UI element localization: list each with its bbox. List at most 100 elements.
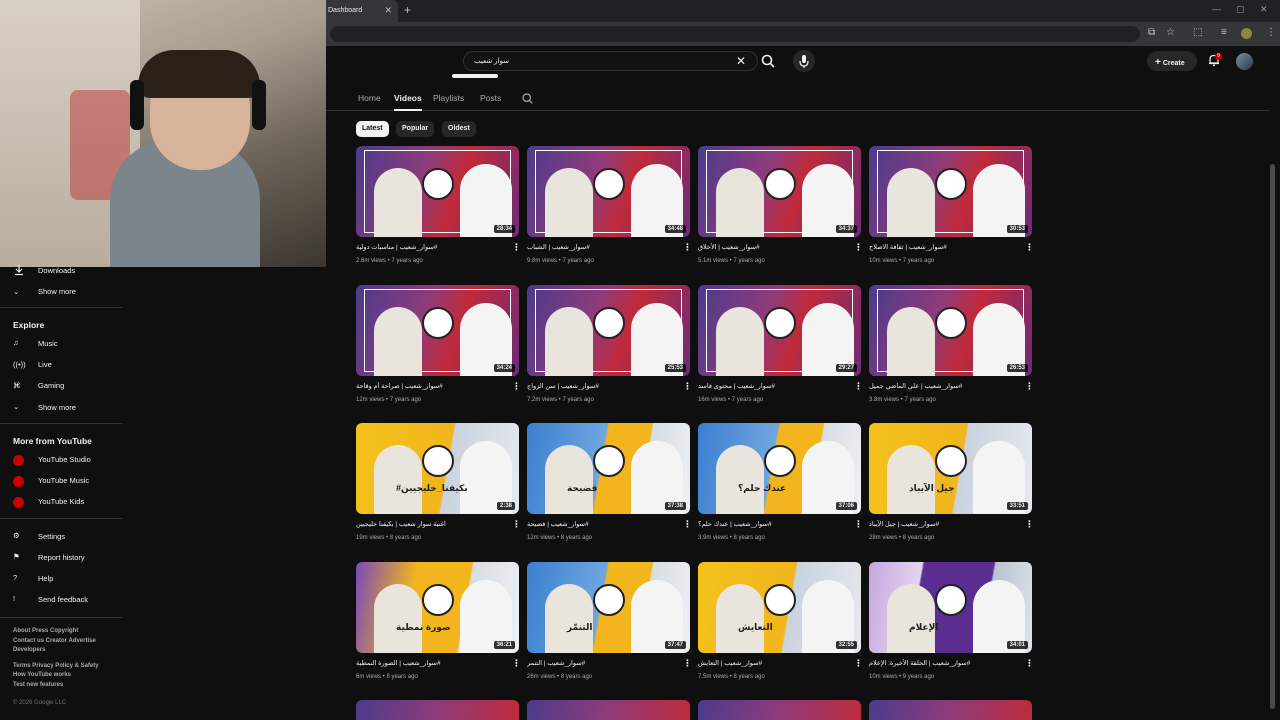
tab-posts[interactable]: Posts [480,93,501,103]
video-menu-icon[interactable]: ⋮ [854,242,863,253]
clear-search-icon[interactable]: ✕ [736,54,746,68]
bookmark-star-icon[interactable]: ☆ [1166,27,1175,38]
chip-popular[interactable]: Popular [396,121,435,137]
video-menu-icon[interactable]: ⋮ [512,519,521,530]
video-thumbnail[interactable]: 30:53 [869,146,1032,237]
minimize-icon[interactable]: — [1212,4,1221,14]
account-avatar[interactable] [1236,53,1253,70]
media-control-icon[interactable]: ≡ [1221,27,1227,38]
video-thumbnail[interactable]: 34:48 [527,146,690,237]
video-title[interactable]: #سوار_شعيب | سن الزواج [527,382,677,390]
video-thumbnail[interactable] [698,700,861,720]
sidebar-item-settings[interactable]: Settings [38,532,65,541]
sidebar-item-report-history[interactable]: Report history [38,553,85,562]
scrollbar[interactable] [1270,164,1275,709]
chip-latest[interactable]: Latest [356,121,389,137]
video-title[interactable]: #سوار_شعيب | التعايش [698,659,848,667]
video-thumbnail[interactable]: 26:53 [869,285,1032,376]
browser-tab[interactable]: Dashboard ✕ [322,0,398,22]
video-thumbnail[interactable]: عندك حلم؟ 37:06 [698,423,861,514]
video-menu-icon[interactable]: ⋮ [512,242,521,253]
channel-search-icon[interactable] [521,92,534,105]
video-title[interactable]: #سوار_شعيب | فضيحة [527,520,677,528]
sidebar-item-youtube-studio[interactable]: YouTube Studio [38,455,91,464]
search-icon[interactable] [760,53,776,69]
maximize-icon[interactable]: ▢ [1236,4,1245,15]
video-menu-icon[interactable]: ⋮ [854,519,863,530]
thumbnail-overlay-text: التعايش [738,622,773,632]
footer-links[interactable]: Terms Privacy Policy & Safety [13,663,99,669]
footer-links[interactable]: Contact us Creator Advertise [13,638,96,644]
video-menu-icon[interactable]: ⋮ [1025,381,1034,392]
video-thumbnail[interactable] [356,700,519,720]
video-title[interactable]: #سوار_شعيب | الأخلاق [698,243,848,251]
video-title[interactable]: #سوار_شعيب | مناسبات دولية [356,243,506,251]
sidebar-show-more[interactable]: Show more [38,287,76,296]
video-title[interactable]: اغنية سوار شعيب | بكيفنا خليجيين [356,520,506,528]
video-thumbnail[interactable]: الإعلام 34:01 [869,562,1032,653]
video-menu-icon[interactable]: ⋮ [854,381,863,392]
create-button[interactable]: + Create [1147,51,1197,71]
sidebar-item-send-feedback[interactable]: Send feedback [38,595,88,604]
video-title[interactable]: #سوار_شعيب | على الماضي جميل [869,382,1019,390]
video-title[interactable]: #سوار_شعيب | التنمر [527,659,677,667]
video-thumbnail[interactable]: التنمّر 37:47 [527,562,690,653]
sidebar-item-gaming[interactable]: Gaming [38,381,64,390]
sidebar-item-music[interactable]: Music [38,339,58,348]
video-thumbnail[interactable] [869,700,1032,720]
video-menu-icon[interactable]: ⋮ [1025,519,1034,530]
footer-links[interactable]: About Press Copyright [13,628,78,634]
video-menu-icon[interactable]: ⋮ [512,658,521,669]
video-menu-icon[interactable]: ⋮ [683,381,692,392]
sidebar-item-youtube-kids[interactable]: YouTube Kids [38,497,84,506]
sidebar-item-youtube-music[interactable]: YouTube Music [38,476,89,485]
video-thumbnail[interactable]: فضيحة 37:38 [527,423,690,514]
video-menu-icon[interactable]: ⋮ [512,381,521,392]
video-thumbnail[interactable]: جيل الآيباد 33:51 [869,423,1032,514]
window-close-icon[interactable]: ✕ [1260,4,1268,15]
tab-playlists[interactable]: Playlists [433,93,464,103]
video-menu-icon[interactable]: ⋮ [683,658,692,669]
tab-close-icon[interactable]: ✕ [384,5,392,16]
tab-home[interactable]: Home [358,93,381,103]
voice-search-button[interactable] [793,50,815,72]
video-thumbnail[interactable]: صورة نمطية 36:21 [356,562,519,653]
extensions-icon[interactable]: ⬚ [1193,27,1202,38]
new-tab-icon[interactable]: + [404,3,411,17]
video-title[interactable]: #سوار_شعيب | الصورة النمطية [356,659,506,667]
video-thumbnail[interactable]: 28:34 [356,146,519,237]
video-title[interactable]: #سوار_شعيب | الحلقة الأخيرة: الإعلام [869,659,1019,667]
video-thumbnail[interactable]: 29:27 [698,285,861,376]
sidebar-show-more[interactable]: Show more [38,403,76,412]
sidebar-item-downloads[interactable]: Downloads [38,266,75,275]
browser-menu-icon[interactable]: ⋮ [1266,27,1276,38]
address-field[interactable] [330,26,1140,42]
video-thumbnail[interactable]: 34:24 [356,285,519,376]
video-menu-icon[interactable]: ⋮ [683,242,692,253]
sidebar-item-help[interactable]: Help [38,574,53,583]
video-title[interactable]: #سوار_شعيب | الشباب [527,243,677,251]
tab-videos[interactable]: Videos [394,93,422,103]
sidebar-item-live[interactable]: Live [38,360,52,369]
chip-oldest[interactable]: Oldest [442,121,476,137]
video-thumbnail[interactable]: التعايش 32:55 [698,562,861,653]
video-title[interactable]: #سوار_شعيب | ثقافة الاصلاح [869,243,1019,251]
video-thumbnail[interactable]: 25:53 [527,285,690,376]
video-title[interactable]: #سوار_شعيب | محتوى فاسد [698,382,848,390]
video-menu-icon[interactable]: ⋮ [1025,242,1034,253]
video-menu-icon[interactable]: ⋮ [854,658,863,669]
profile-icon[interactable] [1241,28,1252,39]
video-title[interactable]: #سوار_شعيب | جيل الآيباد [869,520,1019,528]
footer-links[interactable]: How YouTube works [13,672,71,678]
video-title[interactable]: #سوار_شعيب | صراحة أم وقاحة [356,382,506,390]
video-menu-icon[interactable]: ⋮ [1025,658,1034,669]
search-input[interactable]: سوار شعيب [463,51,758,71]
video-title[interactable]: #سوار_شعيب | عندك حلم؟ [698,520,848,528]
install-app-icon[interactable]: ⧉ [1148,27,1155,38]
video-menu-icon[interactable]: ⋮ [683,519,692,530]
video-thumbnail[interactable]: 34:37 [698,146,861,237]
footer-links[interactable]: Test new features [13,682,63,688]
video-thumbnail[interactable] [527,700,690,720]
footer-links[interactable]: Developers [13,647,45,653]
video-thumbnail[interactable]: #بكيفنا_خليجيين 2:38 [356,423,519,514]
